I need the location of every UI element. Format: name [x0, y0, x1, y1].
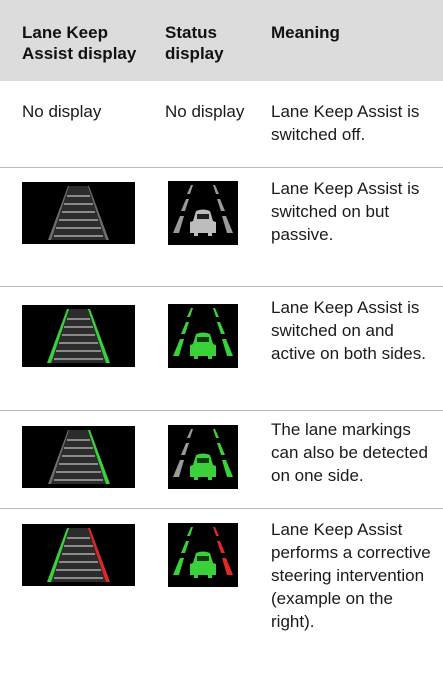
table-header: Lane Keep Assist display Status display …	[0, 0, 443, 81]
lane-keep-display-text: No display	[22, 102, 102, 121]
car-lanes-grey-icon	[168, 181, 238, 245]
status-display-text: No display	[165, 102, 245, 121]
meaning-text: Lane Keep Assist is switched off.	[271, 102, 420, 144]
table-row: Lane Keep Assist is switched on but pass…	[0, 168, 443, 286]
header-col-meaning: Meaning	[271, 23, 340, 42]
car-lanes-green-right-icon	[168, 425, 238, 489]
meaning-text: Lane Keep Assist is switched on and acti…	[271, 298, 426, 363]
table-row: The lane markings can also be detected o…	[0, 411, 443, 508]
lane-road-green-both-icon	[22, 305, 135, 367]
lane-keep-assist-table: Lane Keep Assist display Status display …	[0, 0, 443, 686]
table-row: Lane Keep Assist performs a corrective s…	[0, 509, 443, 686]
lane-road-green-right-icon	[22, 426, 135, 488]
lane-road-grey-icon	[22, 182, 135, 244]
lane-road-green-red-icon	[22, 524, 135, 586]
car-lanes-green-red-icon	[168, 523, 238, 587]
meaning-text: Lane Keep Assist performs a corrective s…	[271, 520, 431, 631]
meaning-text: Lane Keep Assist is switched on but pass…	[271, 179, 420, 244]
car-lanes-green-both-icon	[168, 304, 238, 368]
table-row: No display No display Lane Keep Assist i…	[0, 81, 443, 167]
meaning-text: The lane markings can also be detected o…	[271, 420, 428, 485]
table-row: Lane Keep Assist is switched on and acti…	[0, 287, 443, 410]
header-col-display: Lane Keep Assist display	[22, 23, 137, 63]
header-col-status: Status display	[165, 23, 224, 63]
